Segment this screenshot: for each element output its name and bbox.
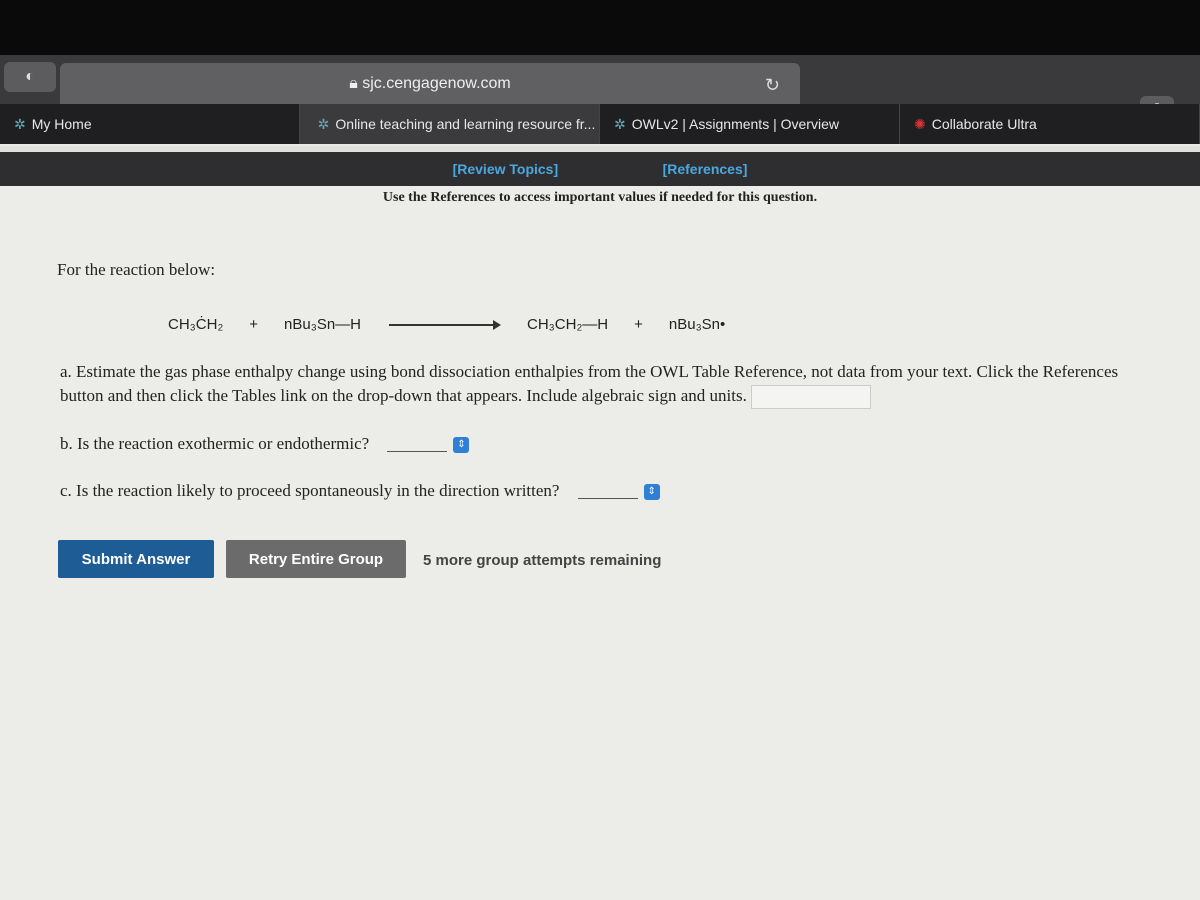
tab-collaborate[interactable]: ✺ Collaborate Ultra — [900, 104, 1200, 144]
url-text: sjc.cengagenow.com — [362, 75, 511, 92]
submit-answer-button[interactable]: Submit Answer — [58, 540, 214, 578]
question-page: Use the References to access important v… — [0, 186, 1200, 900]
retry-group-button[interactable]: Retry Entire Group — [226, 540, 406, 578]
question-a: a. Estimate the gas phase enthalpy chang… — [60, 360, 1160, 410]
spontaneous-select[interactable] — [577, 485, 638, 500]
site-icon: ✺ — [914, 115, 926, 132]
select-arrows-icon[interactable]: ⇕ — [453, 437, 470, 454]
intro-text: For the reaction below: — [57, 260, 216, 279]
reload-icon[interactable]: ↻ — [765, 75, 780, 96]
references-link[interactable]: [References] — [663, 161, 748, 177]
site-icon: ✲ — [14, 115, 26, 132]
site-icon: ✲ — [614, 115, 626, 132]
enthalpy-input[interactable] — [751, 385, 872, 410]
question-b: b. Is the reaction exothermic or endothe… — [60, 432, 1160, 456]
reactant-2: nBu₃Sn—H — [284, 316, 362, 333]
plus-sign: + — [249, 316, 259, 333]
product-2: nBu₃Sn• — [668, 316, 726, 333]
question-c-text: c. Is the reaction likely to proceed spo… — [60, 481, 560, 500]
tab-owlv2[interactable]: ✲ OWLv2 | Assignments | Overview — [600, 104, 900, 144]
reference-bar: [Review Topics] [References] — [0, 146, 1200, 186]
select-arrows-icon[interactable]: ⇕ — [643, 484, 660, 501]
lock-icon: 🔒︎ — [349, 75, 363, 92]
tab-label: My Home — [31, 116, 92, 132]
question-a-text: a. Estimate the gas phase enthalpy chang… — [60, 362, 1119, 405]
product-1: CH₃CH₂—H — [527, 316, 609, 333]
reactant-1: CH₃ĊH₂ — [168, 316, 224, 333]
screen-bezel — [0, 0, 1200, 58]
plus-sign: + — [634, 316, 643, 333]
privacy-shield-icon[interactable]: ◐ — [4, 62, 56, 92]
site-icon: ✲ — [317, 115, 330, 132]
tab-bar: ✲ My Home ✲ Online teaching and learning r… — [0, 104, 1200, 144]
tab-label: Collaborate Ultra — [931, 116, 1037, 132]
tab-online-teaching[interactable]: ✲ Online teaching and learning resource f… — [300, 104, 600, 144]
tab-label: OWLv2 | Assignments | Overview — [631, 116, 839, 132]
question-c: c. Is the reaction likely to proceed spo… — [60, 479, 1160, 503]
references-note: Use the References to access important v… — [382, 190, 818, 205]
exo-endo-select[interactable] — [387, 438, 448, 453]
reaction-equation: CH₃ĊH₂ + nBu₃Sn—H CH₃CH₂—H + nBu₃Sn• — [168, 316, 725, 333]
tab-my-home[interactable]: ✲ My Home — [0, 104, 300, 144]
reaction-arrow — [389, 319, 502, 330]
question-b-text: b. Is the reaction exothermic or endothe… — [60, 434, 370, 453]
tab-label: Online teaching and learning resource fr… — [335, 116, 596, 132]
review-topics-link[interactable]: [Review Topics] — [453, 161, 559, 177]
attempts-remaining: 5 more group attempts remaining — [423, 552, 662, 569]
